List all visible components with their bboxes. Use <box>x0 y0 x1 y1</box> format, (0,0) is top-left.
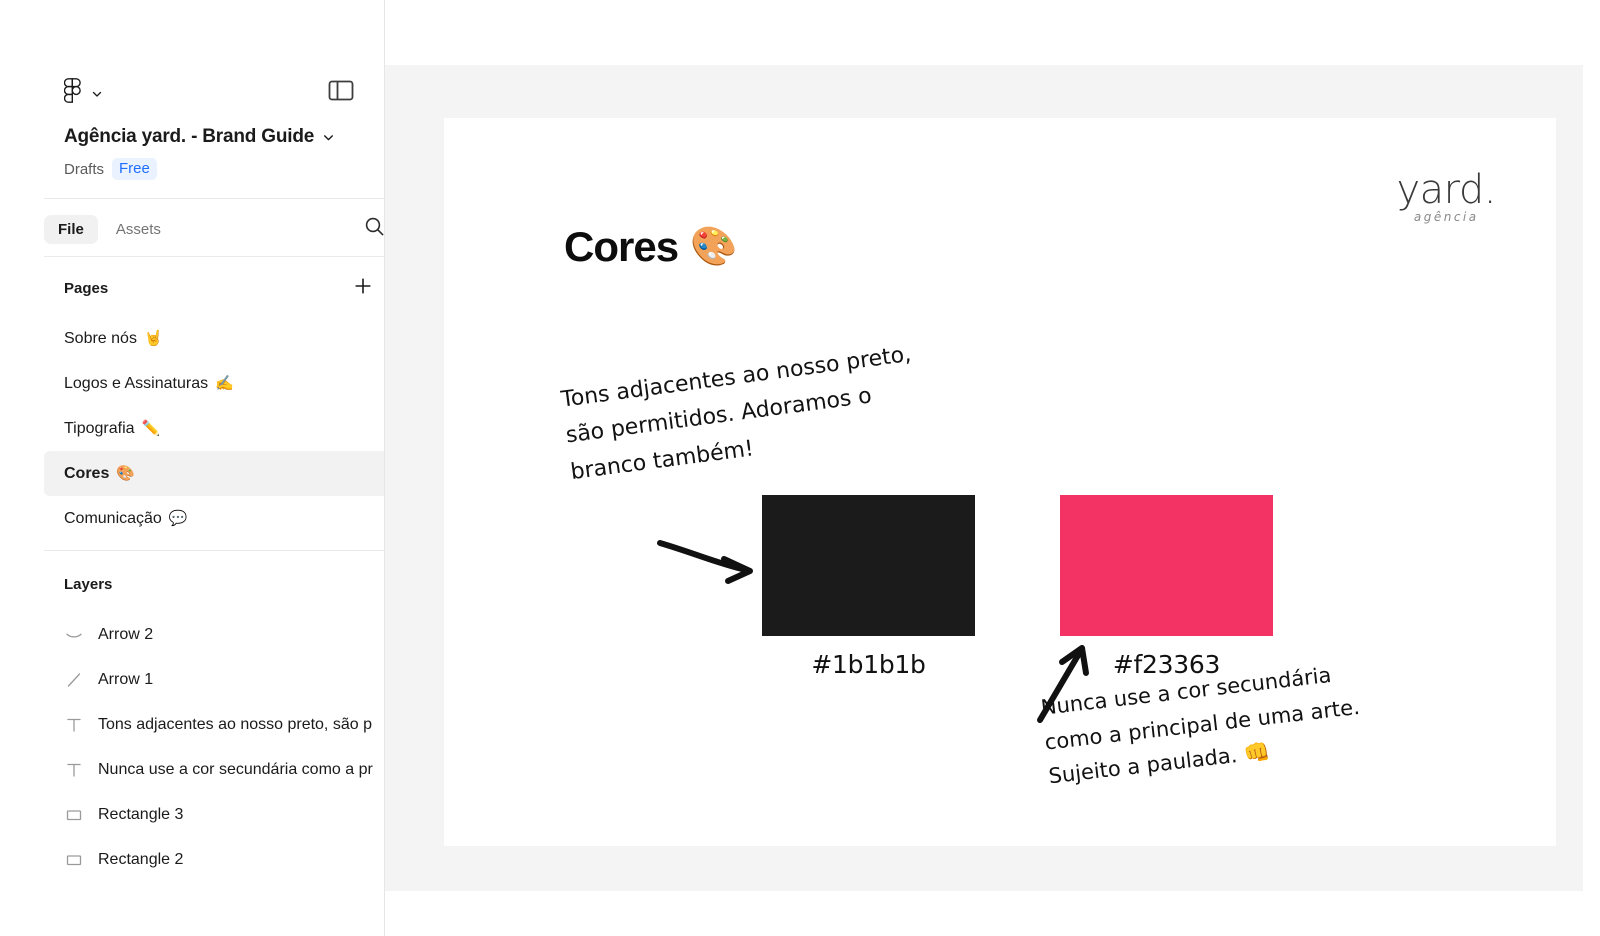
sidebar-tabs: File Assets <box>44 210 385 248</box>
figma-window: Agência yard. - Brand Guide Drafts Free … <box>0 0 1600 936</box>
layer-row-arrow-1[interactable]: Arrow 1 <box>44 657 384 702</box>
file-meta-row: Drafts Free <box>64 158 157 180</box>
layer-row-arrow-2[interactable]: Arrow 2 <box>44 612 384 657</box>
page-item-sobre-nos[interactable]: Sobre nós 🤘 <box>44 316 384 361</box>
layer-label: Rectangle 3 <box>98 805 184 823</box>
pages-section-header: Pages <box>64 276 374 300</box>
layers-heading: Layers <box>64 575 113 593</box>
palette-emoji-icon: 🎨 <box>690 226 737 268</box>
text-layer-icon <box>64 715 84 735</box>
chevron-down-icon <box>91 87 103 99</box>
arrow-right-icon <box>657 540 753 584</box>
rectangle-icon <box>64 850 84 870</box>
layer-row-text-nunca[interactable]: Nunca use a cor secundária como a pr <box>44 747 384 792</box>
artboard-title: Cores 🎨 <box>564 223 737 271</box>
tab-file[interactable]: File <box>44 214 98 244</box>
panel-toggle-button[interactable] <box>328 80 354 106</box>
artboard-frame[interactable]: Cores 🎨 yard. agência Tons adjacentes ao… <box>444 118 1556 846</box>
page-item-cores[interactable]: Cores 🎨 <box>44 451 384 496</box>
plan-badge[interactable]: Free <box>112 158 157 180</box>
divider <box>44 256 384 257</box>
chevron-down-icon[interactable] <box>322 131 334 143</box>
file-title: Agência yard. - Brand Guide <box>64 126 315 147</box>
page-emoji: 🎨 <box>116 465 136 482</box>
brand-wordmark: yard. <box>1396 167 1496 213</box>
layer-label: Tons adjacentes ao nosso preto, são p <box>98 715 372 733</box>
add-page-button[interactable] <box>352 277 374 299</box>
plus-icon <box>353 276 373 301</box>
layer-label: Arrow 1 <box>98 670 154 688</box>
artboard-title-text: Cores <box>564 223 679 270</box>
page-emoji: 💬 <box>168 510 188 527</box>
text-layer-icon <box>64 760 84 780</box>
annotation-note-left: Tons adjacentes ao nosso preto, são perm… <box>559 341 913 485</box>
page-item-logos-e-assinaturas[interactable]: Logos e Assinaturas ✍️ <box>44 361 384 406</box>
curve-line-icon <box>64 625 84 645</box>
tab-assets[interactable]: Assets <box>102 215 175 244</box>
pages-list: Sobre nós 🤘 Logos e Assinaturas ✍️ Tipog… <box>44 316 384 541</box>
layer-label: Nunca use a cor secundária como a pr <box>98 760 373 778</box>
divider <box>44 198 384 199</box>
color-swatch-primary[interactable]: #1b1b1b <box>762 495 975 679</box>
layers-section-header: Layers <box>64 572 374 596</box>
left-sidebar: Agência yard. - Brand Guide Drafts Free … <box>0 0 385 936</box>
file-location[interactable]: Drafts <box>64 161 104 178</box>
layer-label: Arrow 2 <box>98 625 154 643</box>
design-canvas[interactable]: Cores 🎨 yard. agência Tons adjacentes ao… <box>385 65 1583 891</box>
swatch-chip-dark[interactable] <box>762 495 975 636</box>
page-item-comunicacao[interactable]: Comunicação 💬 <box>44 496 384 541</box>
page-emoji: 🤘 <box>143 330 163 347</box>
brand-logo: yard. agência <box>1396 170 1496 223</box>
diagonal-line-icon <box>64 670 84 690</box>
divider <box>44 550 384 551</box>
layer-row-rectangle-2[interactable]: Rectangle 2 <box>44 837 384 882</box>
figma-logo-icon <box>63 78 81 108</box>
pages-heading: Pages <box>64 279 109 297</box>
page-label: Logos e Assinaturas <box>64 374 209 392</box>
layer-row-rectangle-3[interactable]: Rectangle 3 <box>44 792 384 837</box>
swatch-hex-label: #1b1b1b <box>811 650 926 679</box>
page-label: Sobre nós <box>64 329 137 347</box>
page-item-tipografia[interactable]: Tipografia ✏️ <box>44 406 384 451</box>
file-title-row[interactable]: Agência yard. - Brand Guide <box>64 126 374 148</box>
page-label: Tipografia <box>64 419 135 437</box>
rectangle-icon <box>64 805 84 825</box>
layers-list: Arrow 2 Arrow 1 Tons adjacentes ao nosso… <box>44 612 384 882</box>
figma-menu-button[interactable] <box>63 78 103 108</box>
page-label: Cores <box>64 464 110 482</box>
search-icon <box>364 216 385 242</box>
search-button[interactable] <box>359 214 385 244</box>
panel-layout-icon <box>328 80 354 105</box>
swatch-chip-pink[interactable] <box>1060 495 1273 636</box>
layer-label: Rectangle 2 <box>98 850 184 868</box>
page-label: Comunicação <box>64 509 162 527</box>
layer-row-text-tons[interactable]: Tons adjacentes ao nosso preto, são p <box>44 702 384 747</box>
page-emoji: ✏️ <box>141 420 161 437</box>
page-emoji: ✍️ <box>215 375 234 392</box>
